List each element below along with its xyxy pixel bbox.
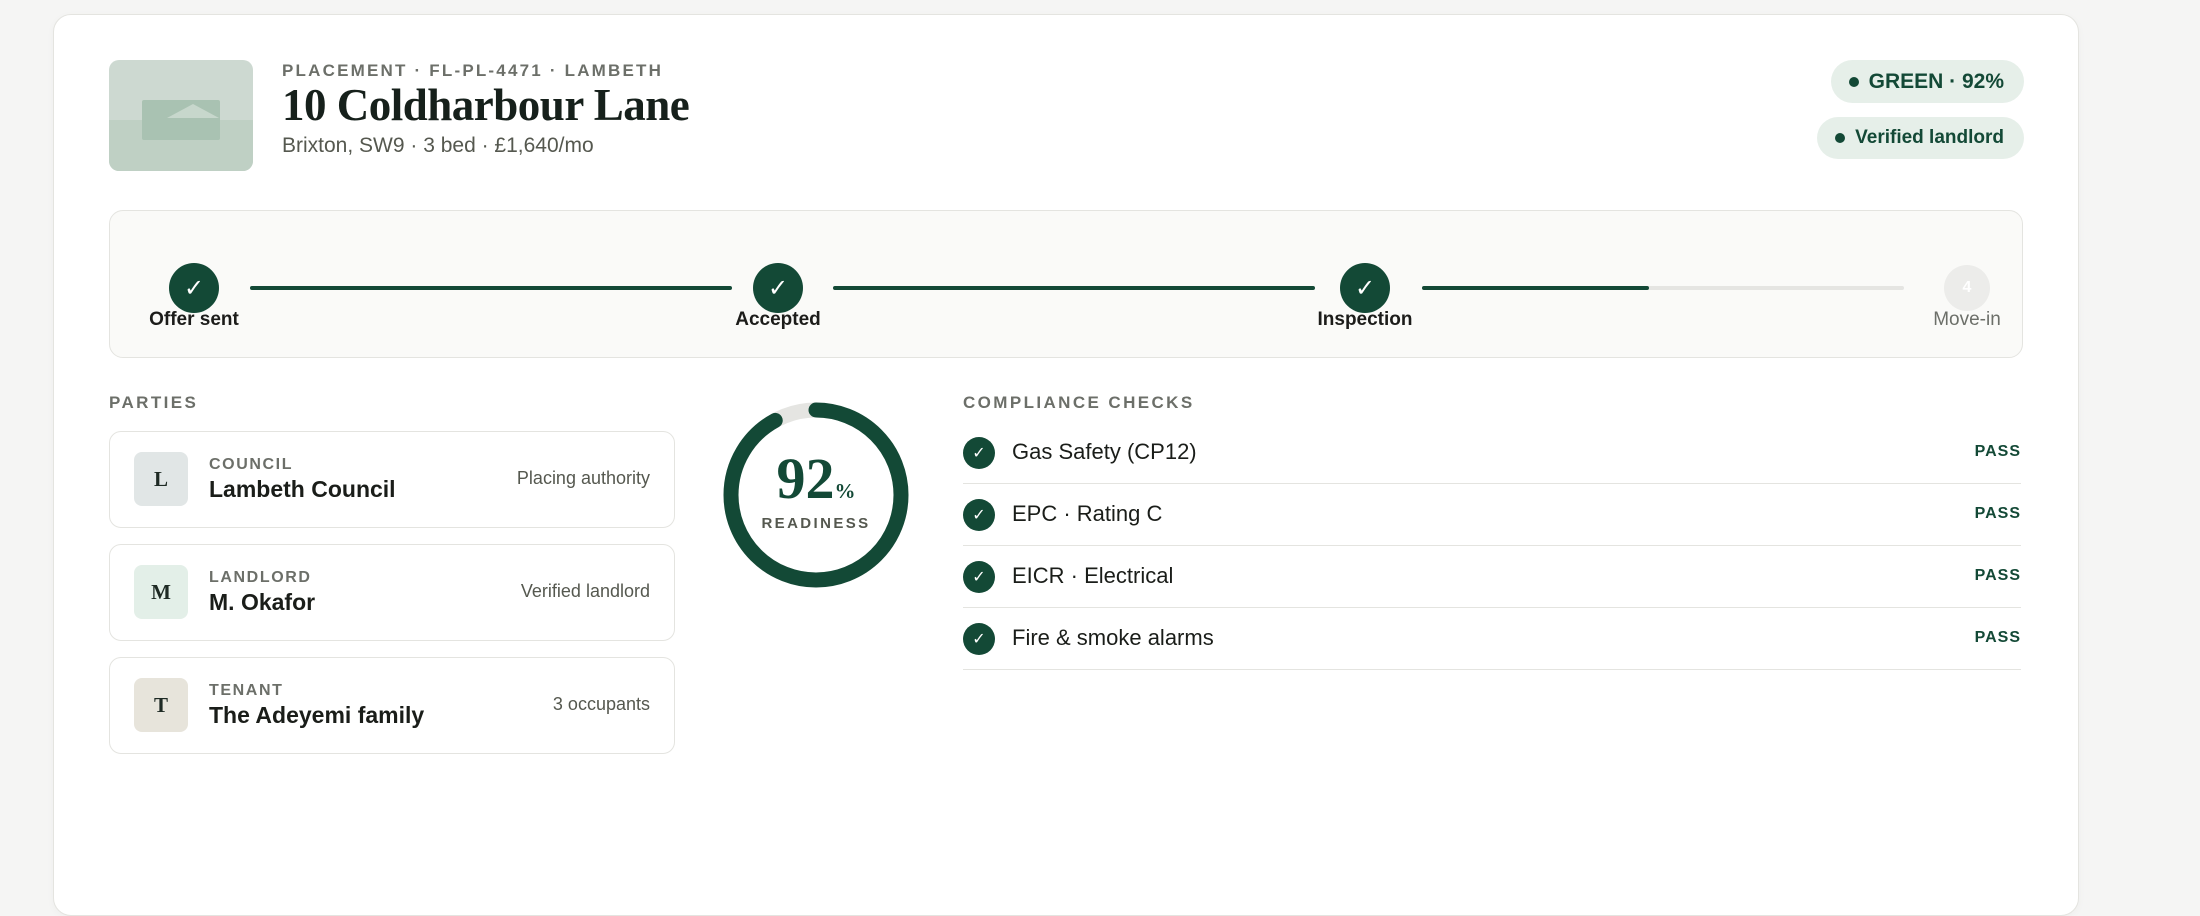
party-card-council[interactable]: L COUNCIL Lambeth Council Placing author… <box>109 431 675 528</box>
step-inspection-icon: ✓ <box>1340 263 1390 313</box>
party-role: LANDLORD <box>209 569 312 586</box>
verified-landlord-badge: Verified landlord <box>1817 117 2024 159</box>
check-status: PASS <box>1974 505 2021 522</box>
check-icon: ✓ <box>963 499 995 531</box>
stepper-track-3 <box>1422 286 1904 290</box>
step-label-move-in: Move-in <box>1933 309 2001 330</box>
page-title: 10 Coldharbour Lane <box>282 80 690 130</box>
readiness-label: READINESS <box>761 515 871 532</box>
stepper-track-1 <box>250 286 732 290</box>
step-label-offer-sent: Offer sent <box>149 309 239 330</box>
party-role: COUNCIL <box>209 456 294 473</box>
party-name: M. Okafor <box>209 589 316 615</box>
step-accepted-icon: ✓ <box>753 263 803 313</box>
property-thumbnail <box>109 60 253 171</box>
compliance-row-fire[interactable]: ✓ Fire & smoke alarms PASS <box>963 608 2021 670</box>
check-label: EICR · Electrical <box>1012 563 1174 588</box>
check-icon: ✓ <box>963 561 995 593</box>
status-badge: GREEN · 92% <box>1830 60 2024 103</box>
party-card-landlord[interactable]: M LANDLORD M. Okafor Verified landlord <box>109 544 675 641</box>
status-badge-label: GREEN · 92% <box>1868 69 2004 93</box>
check-status: PASS <box>1974 629 2021 646</box>
stepper-track-2 <box>833 286 1315 290</box>
party-name: Lambeth Council <box>209 476 396 502</box>
stepper-track-3-fill <box>1422 286 1649 290</box>
compliance-row-gas[interactable]: ✓ Gas Safety (CP12) PASS <box>963 422 2021 484</box>
avatar: T <box>134 678 188 732</box>
party-name: The Adeyemi family <box>209 702 425 728</box>
property-subtitle: Brixton, SW9 · 3 bed · £1,640/mo <box>282 134 594 157</box>
party-note: Verified landlord <box>520 581 650 601</box>
step-move-in-icon: 4 <box>1944 265 1990 311</box>
placement-eyebrow: PLACEMENT · FL-PL-4471 · LAMBETH <box>282 61 664 80</box>
compliance-row-eicr[interactable]: ✓ EICR · Electrical PASS <box>963 546 2021 608</box>
step-label-inspection: Inspection <box>1317 309 1413 330</box>
check-label: EPC · Rating C <box>1012 501 1163 526</box>
check-status: PASS <box>1974 443 2021 460</box>
party-note: 3 occupants <box>552 694 650 714</box>
placement-card: PLACEMENT · FL-PL-4471 · LAMBETH 10 Cold… <box>53 14 2079 916</box>
readiness-number: 92 <box>776 446 835 511</box>
party-note: Placing authority <box>516 468 650 488</box>
check-icon: ✓ <box>963 437 995 469</box>
check-status: PASS <box>1974 567 2021 584</box>
status-dot-icon <box>1848 76 1859 87</box>
avatar: M <box>134 565 188 619</box>
party-card-tenant[interactable]: T TENANT The Adeyemi family 3 occupants <box>109 657 675 754</box>
readiness-unit: % <box>834 479 856 503</box>
check-label: Fire & smoke alarms <box>1012 625 1214 650</box>
progress-stepper: ✓ ✓ ✓ 4 Offer sent Accepted Inspection M… <box>109 210 2023 358</box>
parties-heading: PARTIES <box>109 393 199 412</box>
check-icon: ✓ <box>963 623 995 655</box>
check-label: Gas Safety (CP12) <box>1012 439 1197 464</box>
verified-dot-icon <box>1835 133 1846 143</box>
compliance-heading: COMPLIANCE CHECKS <box>963 393 1195 412</box>
compliance-row-epc[interactable]: ✓ EPC · Rating C PASS <box>963 484 2021 546</box>
verified-badge-label: Verified landlord <box>1855 127 2004 148</box>
party-role: TENANT <box>209 682 284 699</box>
avatar: L <box>134 452 188 506</box>
readiness-value: 92% <box>721 445 911 512</box>
step-label-accepted: Accepted <box>735 309 821 330</box>
step-offer-sent-icon: ✓ <box>169 263 219 313</box>
